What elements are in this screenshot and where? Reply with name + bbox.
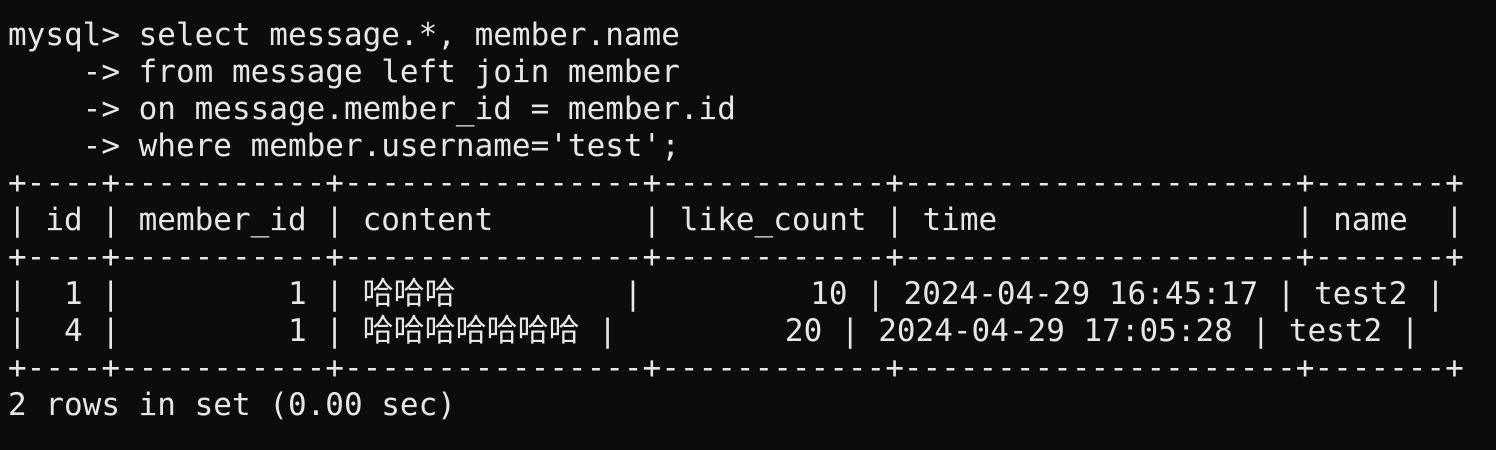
query-line-3: -> on message.member_id = member.id (8, 91, 736, 127)
result-summary: 2 rows in set (0.00 sec) (8, 387, 456, 423)
table-border-middle: +----+-----------+----------------+-----… (8, 239, 1464, 275)
terminal-window[interactable]: mysql> select message.*, member.name -> … (0, 0, 1496, 450)
table-border-top: +----+-----------+----------------+-----… (8, 165, 1464, 201)
query-line-1: mysql> select message.*, member.name (8, 17, 680, 53)
table-header-row: | id | member_id | content | like_count … (8, 202, 1464, 238)
table-border-bottom: +----+-----------+----------------+-----… (8, 350, 1464, 386)
table-row: | 4 | 1 | 哈哈哈哈哈哈哈 | 20 | 2024-04-29 17:0… (8, 313, 1420, 349)
query-line-4: -> where member.username='test'; (8, 128, 680, 164)
query-line-2: -> from message left join member (8, 54, 680, 90)
table-row: | 1 | 1 | 哈哈哈 | 10 | 2024-04-29 16:45:17… (8, 276, 1445, 312)
